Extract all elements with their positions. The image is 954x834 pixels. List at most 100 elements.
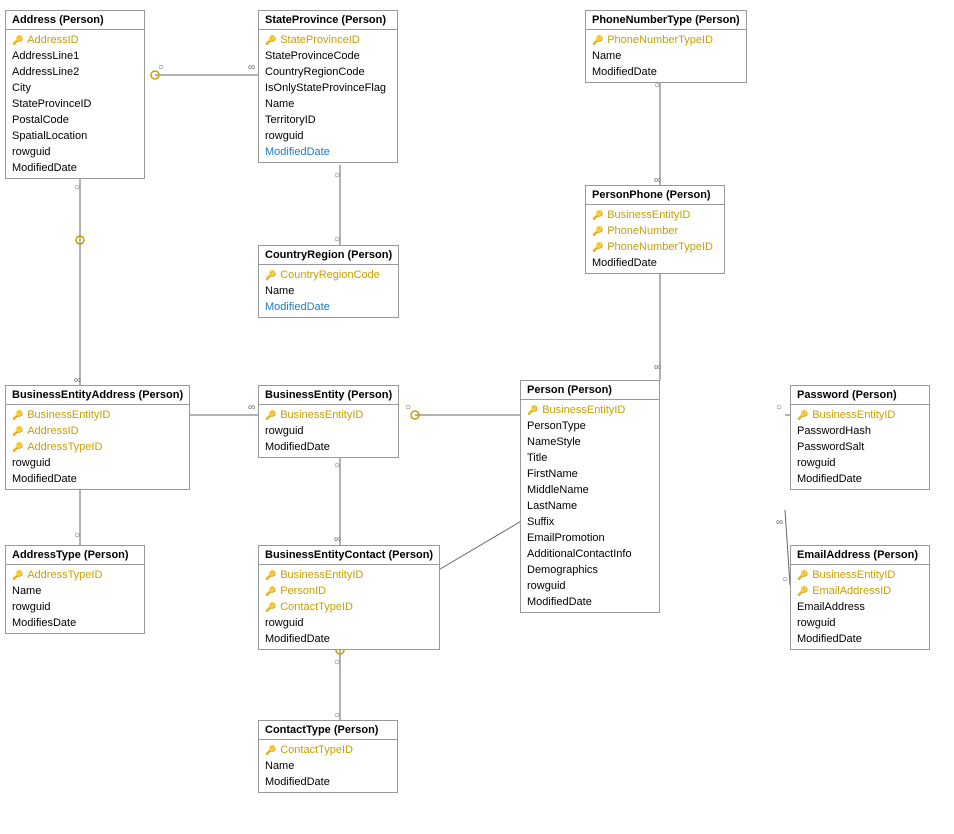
- field-name-ModifiedDate: ModifiedDate: [265, 633, 330, 645]
- field-name-Title: Title: [527, 452, 547, 464]
- field-BusinessEntityAddress-rowguid: rowguid: [6, 455, 189, 471]
- field-name-AddressLine1: AddressLine1: [12, 50, 79, 62]
- field-name-StateProvinceID: StateProvinceID: [280, 34, 359, 46]
- field-name-rowguid: rowguid: [797, 617, 836, 629]
- field-PhoneNumberType-PhoneNumberTypeID: 🔑PhoneNumberTypeID: [586, 32, 746, 48]
- pk-icon: 🔑: [12, 570, 23, 581]
- field-Address-AddressLine2: AddressLine2: [6, 64, 144, 80]
- pk-icon: 🔑: [527, 405, 538, 416]
- field-name-ModifiedDate: ModifiedDate: [265, 301, 330, 313]
- field-name-ModifiedDate: ModifiedDate: [265, 776, 330, 788]
- field-name-ModifiedDate: ModifiedDate: [797, 633, 862, 645]
- field-name-ModifiesDate: ModifiesDate: [12, 617, 76, 629]
- field-Person-FirstName: FirstName: [521, 466, 659, 482]
- field-name-Name: Name: [592, 50, 621, 62]
- field-name-StateProvinceCode: StateProvinceCode: [265, 50, 360, 62]
- pk-icon: 🔑: [592, 242, 603, 253]
- svg-text:○: ○: [74, 530, 80, 541]
- entity-body-BusinessEntityContact: 🔑BusinessEntityID🔑PersonID🔑ContactTypeID…: [259, 565, 439, 649]
- svg-text:∞: ∞: [334, 534, 341, 545]
- svg-text:○: ○: [334, 657, 340, 668]
- field-StateProvince-StateProvinceID: 🔑StateProvinceID: [259, 32, 397, 48]
- svg-text:∞: ∞: [776, 517, 783, 528]
- entity-BusinessEntityContact: BusinessEntityContact (Person)🔑BusinessE…: [258, 545, 440, 650]
- pk-icon: 🔑: [797, 410, 808, 421]
- field-name-AdditionalContactInfo: AdditionalContactInfo: [527, 548, 632, 560]
- field-BusinessEntityAddress-BusinessEntityID: 🔑BusinessEntityID: [6, 407, 189, 423]
- svg-text:○: ○: [334, 460, 340, 471]
- field-name-BusinessEntityID: BusinessEntityID: [812, 409, 895, 421]
- field-name-City: City: [12, 82, 31, 94]
- entity-header-PersonPhone: PersonPhone (Person): [586, 186, 724, 205]
- field-Password-PasswordHash: PasswordHash: [791, 423, 929, 439]
- field-Address-City: City: [6, 80, 144, 96]
- field-Address-PostalCode: PostalCode: [6, 112, 144, 128]
- entity-body-CountryRegion: 🔑CountryRegionCodeNameModifiedDate: [259, 265, 398, 317]
- field-name-PersonType: PersonType: [527, 420, 586, 432]
- field-name-Name: Name: [12, 585, 41, 597]
- field-Password-ModifiedDate: ModifiedDate: [791, 471, 929, 487]
- field-name-Name: Name: [265, 285, 294, 297]
- svg-text:○: ○: [782, 574, 788, 585]
- field-name-ModifiedDate: ModifiedDate: [265, 441, 330, 453]
- field-name-ModifiedDate: ModifiedDate: [265, 146, 330, 158]
- field-name-IsOnlyStateProvinceFlag: IsOnlyStateProvinceFlag: [265, 82, 386, 94]
- field-Person-LastName: LastName: [521, 498, 659, 514]
- field-name-PasswordHash: PasswordHash: [797, 425, 871, 437]
- field-AddressType-rowguid: rowguid: [6, 599, 144, 615]
- entity-header-BusinessEntityAddress: BusinessEntityAddress (Person): [6, 386, 189, 405]
- field-name-rowguid: rowguid: [12, 146, 51, 158]
- pk-icon: 🔑: [265, 586, 276, 597]
- entity-CountryRegion: CountryRegion (Person)🔑CountryRegionCode…: [258, 245, 399, 318]
- field-StateProvince-ModifiedDate: ModifiedDate: [259, 144, 397, 160]
- field-name-AddressTypeID: AddressTypeID: [27, 441, 102, 453]
- field-name-StateProvinceID: StateProvinceID: [12, 98, 91, 110]
- entity-PersonPhone: PersonPhone (Person) 🔑BusinessEntityID 🔑 Ph…: [585, 185, 725, 274]
- entity-header-Password: Password (Person): [791, 386, 929, 405]
- field-name-AddressID: AddressID: [27, 425, 78, 437]
- entity-body-AddressType: 🔑 AddressTypeID Name rowguid ModifiesDate: [6, 565, 144, 633]
- svg-text:∞: ∞: [248, 402, 255, 413]
- field-name-BusinessEntityID: BusinessEntityID: [280, 409, 363, 421]
- field-BusinessEntityAddress-AddressID: 🔑AddressID: [6, 423, 189, 439]
- entity-body-PhoneNumberType: 🔑PhoneNumberTypeID Name ModifiedDate: [586, 30, 746, 82]
- field-name-Name: Name: [265, 760, 294, 772]
- field-name-ContactTypeID: ContactTypeID: [280, 744, 353, 756]
- field-name-Name: Name: [265, 98, 294, 110]
- field-BusinessEntityAddress-AddressTypeID: 🔑AddressTypeID: [6, 439, 189, 455]
- field-name-AddressTypeID: AddressTypeID: [27, 569, 102, 581]
- field-ContactType-Name: Name: [259, 758, 397, 774]
- entity-header-StateProvince: StateProvince (Person): [259, 11, 397, 30]
- field-name-ContactTypeID: ContactTypeID: [280, 601, 353, 613]
- field-name-ModifiedDate: ModifiedDate: [592, 257, 657, 269]
- field-name-rowguid: rowguid: [265, 130, 304, 142]
- field-name-BusinessEntityID: BusinessEntityID: [542, 404, 625, 416]
- svg-text:○: ○: [74, 182, 80, 193]
- entity-BusinessEntityAddress: BusinessEntityAddress (Person) 🔑BusinessE…: [5, 385, 190, 490]
- field-name-PhoneNumberTypeID: PhoneNumberTypeID: [607, 241, 713, 253]
- field-BusinessEntity-rowguid: rowguid: [259, 423, 398, 439]
- field-StateProvince-Name: Name: [259, 96, 397, 112]
- field-name-AddressID: AddressID: [27, 34, 78, 46]
- entity-Person: Person (Person)🔑BusinessEntityIDPersonTy…: [520, 380, 660, 613]
- svg-text:○: ○: [334, 170, 340, 181]
- field-PhoneNumberType-ModifiedDate: ModifiedDate: [586, 64, 746, 80]
- entity-Address: Address (Person)🔑AddressIDAddressLine1Ad…: [5, 10, 145, 179]
- field-name-Suffix: Suffix: [527, 516, 554, 528]
- entity-StateProvince: StateProvince (Person)🔑StateProvinceIDSt…: [258, 10, 398, 163]
- field-CountryRegion-Name: Name: [259, 283, 398, 299]
- field-PersonPhone-PhoneNumberTypeID: 🔑 PhoneNumberTypeID: [586, 239, 724, 255]
- pk-icon: 🔑: [797, 586, 808, 597]
- field-Person-EmailPromotion: EmailPromotion: [521, 530, 659, 546]
- field-name-CountryRegionCode: CountryRegionCode: [280, 269, 380, 281]
- field-BusinessEntityContact-PersonID: 🔑PersonID: [259, 583, 439, 599]
- field-name-NameStyle: NameStyle: [527, 436, 581, 448]
- field-Password-rowguid: rowguid: [791, 455, 929, 471]
- pk-icon: 🔑: [12, 410, 23, 421]
- field-name-ModifiedDate: ModifiedDate: [592, 66, 657, 78]
- field-name-rowguid: rowguid: [265, 425, 304, 437]
- field-name-EmailAddressID: EmailAddressID: [812, 585, 891, 597]
- field-name-ModifiedDate: ModifiedDate: [12, 162, 77, 174]
- field-PersonPhone-BusinessEntityID: 🔑BusinessEntityID: [586, 207, 724, 223]
- field-name-BusinessEntityID: BusinessEntityID: [280, 569, 363, 581]
